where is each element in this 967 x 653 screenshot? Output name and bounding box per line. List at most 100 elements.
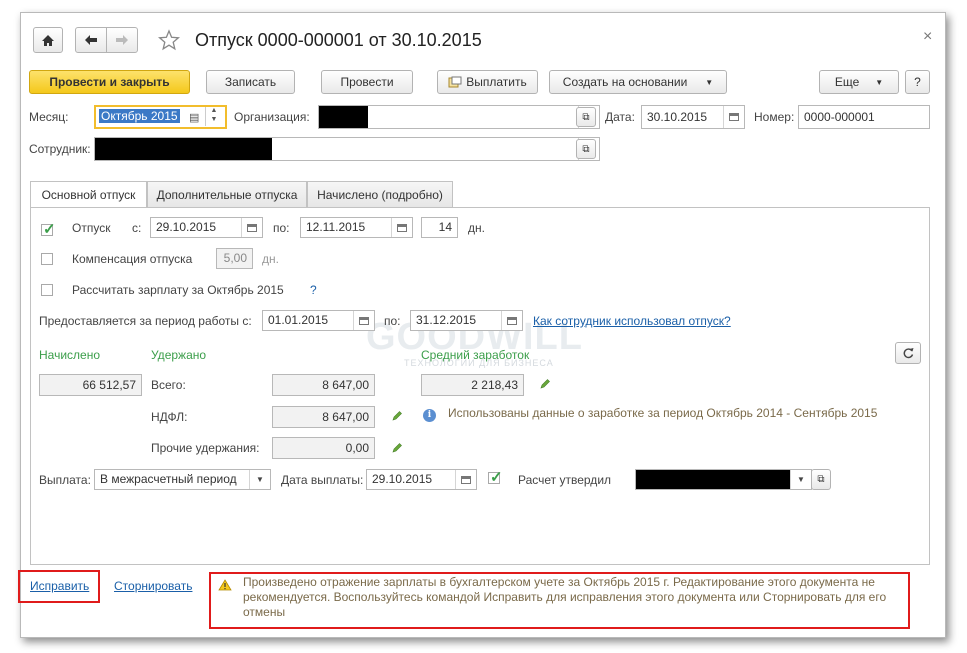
help-button[interactable]: ? [905, 70, 930, 94]
refresh-icon [903, 348, 914, 359]
home-icon [42, 34, 54, 46]
page-title: Отпуск 0000-000001 от 30.10.2015 [195, 30, 482, 50]
redacted-employee [95, 138, 272, 160]
recalc-salary-checkbox[interactable] [41, 284, 53, 296]
tab-panel: GOODWILL ТЕХНОЛОГИИ ДЛЯ БИЗНЕСА ✓ Отпуск… [30, 207, 930, 565]
ndfl-value: 8 647,00 [272, 406, 375, 428]
calendar-icon[interactable] [391, 218, 412, 237]
redacted-organization [319, 106, 368, 128]
period-to-label: по: [384, 314, 401, 328]
recalc-salary-label: Рассчитать зарплату за Октябрь 2015 [72, 283, 284, 297]
vacation-checkbox[interactable]: ✓ [41, 221, 56, 238]
create-based-on-button[interactable]: Создать на основании ▼ [549, 70, 727, 94]
date-field[interactable]: 30.10.2015 [641, 105, 745, 129]
refresh-button[interactable] [895, 342, 921, 364]
edit-pencil-icon[interactable] [391, 442, 403, 454]
vacation-from-value: 29.10.2015 [156, 220, 217, 234]
average-earnings-header: Средний заработок [421, 348, 530, 362]
tab-additional-vacations[interactable]: Дополнительные отпуска [147, 181, 307, 207]
dropdown-arrow-icon: ▼ [875, 77, 884, 87]
vacation-from-label: с: [132, 221, 142, 235]
post-button[interactable]: Провести [321, 70, 413, 94]
open-icon: ⧉ [817, 474, 825, 485]
arrow-right-icon [116, 35, 128, 45]
compensation-days-unit: дн. [262, 252, 279, 266]
month-label: Месяц: [29, 110, 69, 124]
vacation-to-field[interactable]: 12.11.2015 [300, 217, 413, 238]
open-icon: ⧉ [582, 143, 590, 155]
month-field[interactable]: Октябрь 2015 ▤ ▲ ▼ [94, 105, 227, 129]
vacation-from-field[interactable]: 29.10.2015 [150, 217, 263, 238]
fix-link[interactable]: Исправить [30, 579, 89, 593]
calendar-icon[interactable] [241, 218, 262, 237]
earnings-info-text: Использованы данные о заработке за перио… [448, 406, 878, 420]
period-to-field[interactable]: 31.12.2015 [410, 310, 523, 331]
date-label: Дата: [605, 110, 635, 124]
open-approver-button[interactable]: ⧉ [811, 469, 831, 490]
total-withheld-value: 8 647,00 [272, 374, 375, 396]
vacation-days-field[interactable]: 14 [421, 217, 458, 238]
period-from-field[interactable]: 01.01.2015 [262, 310, 375, 331]
save-button[interactable]: Записать [206, 70, 295, 94]
approved-by-field[interactable]: ▼ [635, 469, 812, 490]
calendar-picker-icon[interactable]: ▤ [189, 109, 199, 127]
favorite-star-icon[interactable] [157, 29, 181, 54]
compensation-checkbox[interactable] [41, 253, 53, 265]
compensation-days-field: 5,00 [216, 248, 253, 269]
period-from-value: 01.01.2015 [268, 313, 329, 327]
tab-accrued-detailed[interactable]: Начислено (подробно) [307, 181, 453, 207]
post-and-close-button[interactable]: Провести и закрыть [29, 70, 190, 94]
month-spinner[interactable]: ▲ ▼ [205, 107, 222, 126]
ndfl-label: НДФЛ: [151, 410, 188, 424]
payment-icon [448, 76, 462, 88]
arrow-left-icon [85, 35, 97, 45]
close-icon[interactable]: × [923, 28, 932, 46]
period-to-value: 31.12.2015 [416, 313, 477, 327]
edit-pencil-icon[interactable] [539, 378, 551, 390]
checkmark-icon: ✓ [490, 469, 503, 486]
more-label: Еще [834, 75, 860, 89]
month-value: Октябрь 2015 [99, 109, 180, 123]
open-organization-button[interactable]: ⧉ [576, 107, 596, 127]
other-withholdings-value: 0,00 [272, 437, 375, 459]
accrued-header: Начислено [39, 348, 101, 362]
accrued-value: 66 512,57 [39, 374, 142, 396]
dropdown-arrow-icon[interactable]: ▼ [249, 470, 270, 489]
document-window: Отпуск 0000-000001 от 30.10.2015 × Прове… [18, 12, 946, 638]
vacation-days-unit: дн. [468, 221, 485, 235]
calendar-icon[interactable] [353, 311, 374, 330]
more-button[interactable]: Еще ▼ [819, 70, 899, 94]
recalc-help-link[interactable]: ? [310, 283, 317, 297]
number-label: Номер: [754, 110, 795, 124]
pay-button[interactable]: Выплатить [437, 70, 538, 94]
payment-date-label: Дата выплаты: [281, 473, 364, 487]
open-employee-button[interactable]: ⧉ [576, 139, 596, 159]
calendar-icon[interactable] [723, 106, 744, 128]
redacted-approver [636, 470, 790, 489]
vacation-label: Отпуск [72, 221, 111, 235]
compensation-label: Компенсация отпуска [72, 252, 193, 266]
forward-button[interactable] [106, 27, 138, 53]
dropdown-arrow-icon[interactable]: ▼ [790, 470, 811, 489]
approved-checkbox[interactable]: ✓ [488, 469, 503, 486]
payment-date-value: 29.10.2015 [372, 472, 433, 486]
back-button[interactable] [75, 27, 107, 53]
reverse-link[interactable]: Сторнировать [114, 579, 192, 593]
organization-field[interactable]: ▼ [318, 105, 600, 129]
payment-date-field[interactable]: 29.10.2015 [366, 469, 477, 490]
number-field[interactable]: 0000-000001 [798, 105, 930, 129]
home-button[interactable] [33, 27, 63, 53]
edit-pencil-icon[interactable] [391, 410, 403, 422]
payment-type-value: В межрасчетный период [100, 472, 237, 486]
employee-field[interactable]: ▼ [94, 137, 600, 161]
date-value: 30.10.2015 [647, 110, 708, 124]
calendar-icon[interactable] [455, 470, 476, 489]
create-based-on-label: Создать на основании [562, 75, 688, 89]
payment-type-select[interactable]: В межрасчетный период ▼ [94, 469, 271, 490]
total-withheld-label: Всего: [151, 378, 186, 392]
calendar-icon[interactable] [501, 311, 522, 330]
vacation-to-value: 12.11.2015 [306, 220, 366, 234]
vacation-usage-link[interactable]: Как сотрудник использовал отпуск? [533, 314, 731, 328]
tab-main-vacation[interactable]: Основной отпуск [30, 181, 147, 208]
warning-message: Произведено отражение зарплаты в бухгалт… [243, 575, 887, 619]
